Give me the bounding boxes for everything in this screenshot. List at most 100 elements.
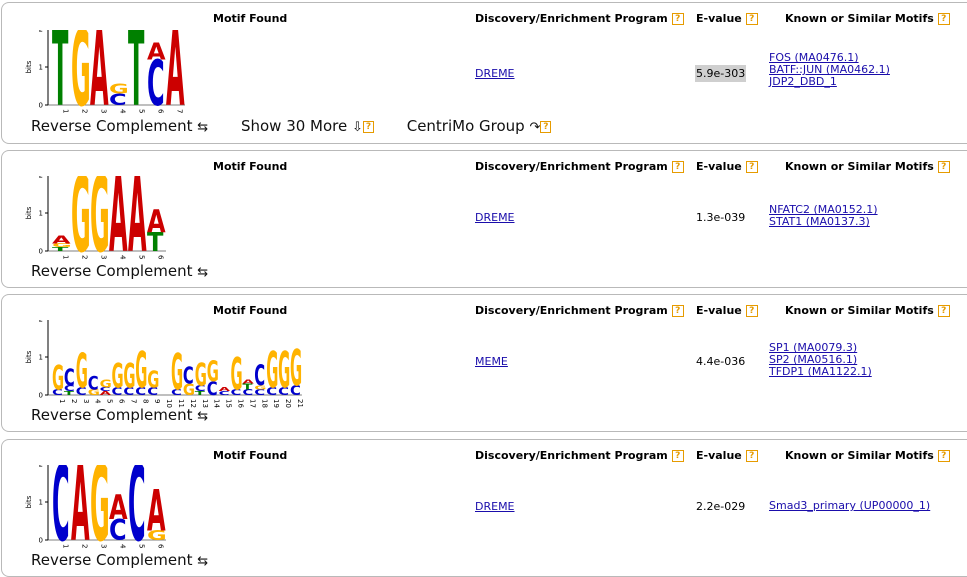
logo-letter-a: A xyxy=(147,38,166,66)
show-more-button[interactable]: Show 30 More ⇩? xyxy=(241,117,374,135)
known-motif-link[interactable]: JDP2_DBD_1 xyxy=(769,76,890,88)
help-icon[interactable]: ? xyxy=(937,13,950,25)
swap-icon: ⇆ xyxy=(197,265,209,280)
logo-letter-g: G xyxy=(135,341,147,399)
sequence-logo: bits210T1G2A3CG4T5CA6A7 xyxy=(25,30,185,124)
program-link[interactable]: DREME xyxy=(475,67,515,80)
motif-card: Motif Found Discovery/Enrichment Program… xyxy=(1,294,967,432)
logo-letter-g: G xyxy=(100,378,112,390)
logo-ylabel: bits xyxy=(25,495,33,508)
logo-ylabel: bits xyxy=(25,206,33,219)
reverse-complement-button[interactable]: Reverse Complement ⇆ xyxy=(31,406,208,424)
evalue-header: E-value? xyxy=(696,449,758,462)
logo-letter-c: C xyxy=(64,364,75,391)
logo-y-tick-label: 2 xyxy=(39,465,43,469)
logo-position-label: 21 xyxy=(296,399,304,408)
help-icon[interactable]: ? xyxy=(671,13,684,25)
help-icon[interactable]: ? xyxy=(937,450,950,462)
program-header: Discovery/Enrichment Program? xyxy=(475,160,684,173)
logo-y-tick-label: 2 xyxy=(39,176,43,180)
logo-letter-g: G xyxy=(278,341,290,399)
logo-letter-c: C xyxy=(254,360,265,393)
help-icon[interactable]: ? xyxy=(937,305,950,317)
redo-arrow-icon: ↷ xyxy=(529,120,541,135)
logo-letter-g: G xyxy=(195,356,207,393)
centrimo-group-button[interactable]: CentriMo Group ↷? xyxy=(407,117,552,135)
known-motif-link[interactable]: STAT1 (MA0137.3) xyxy=(769,216,878,228)
known-motifs-list: Smad3_primary (UP00000_1) xyxy=(769,500,930,512)
logo-letter-a: A xyxy=(52,234,71,246)
logo-letter-g: G xyxy=(290,339,302,397)
help-icon[interactable]: ? xyxy=(745,13,758,25)
reverse-complement-button[interactable]: Reverse Complement ⇆ xyxy=(31,551,208,569)
program-link[interactable]: MEME xyxy=(475,355,508,368)
program-link[interactable]: DREME xyxy=(475,500,515,513)
logo-y-tick-label: 1 xyxy=(39,354,43,362)
help-icon[interactable]: ? xyxy=(540,120,552,133)
logo-position-label: 1 xyxy=(62,255,70,259)
evalue-value: 5.9e-303 xyxy=(695,65,747,82)
help-icon[interactable]: ? xyxy=(745,161,758,173)
logo-position-label: 3 xyxy=(100,109,108,113)
known-motifs-list: NFATC2 (MA0152.1) STAT1 (MA0137.3) xyxy=(769,204,878,228)
swap-icon: ⇆ xyxy=(197,409,209,424)
logo-y-tick-label: 2 xyxy=(39,30,43,34)
logo-letter-g: G xyxy=(231,348,243,400)
logo-y-tick-label: 0 xyxy=(39,102,43,110)
logo-position-label: 2 xyxy=(81,544,89,548)
swap-icon: ⇆ xyxy=(197,554,209,569)
logo-position-label: 20 xyxy=(284,399,292,408)
motif-actions: Reverse Complement ⇆ xyxy=(31,551,236,569)
logo-position-label: 4 xyxy=(119,544,127,549)
sequence-logo: bits210TGA1G2G3A4A5TA6 xyxy=(25,176,166,270)
logo-letter-a: A xyxy=(147,203,166,240)
logo-position-label: 3 xyxy=(100,544,108,548)
logo-position-label: 6 xyxy=(157,544,165,549)
evalue-value: 4.4e-036 xyxy=(696,355,746,368)
program-link[interactable]: DREME xyxy=(475,211,515,224)
logo-letter-c: C xyxy=(183,362,194,389)
help-icon[interactable]: ? xyxy=(362,120,374,133)
logo-letter-g: G xyxy=(109,81,129,96)
motif-card: Motif Found Discovery/Enrichment Program… xyxy=(1,150,967,288)
logo-position-label: 4 xyxy=(119,109,127,114)
logo-letter-a: A xyxy=(109,488,128,527)
logo-letter-g: G xyxy=(123,358,135,397)
evalue-header: E-value? xyxy=(696,12,758,25)
logo-position-label: 6 xyxy=(117,399,125,404)
logo-position-label: 2 xyxy=(81,255,89,259)
motif-found-header: Motif Found xyxy=(213,304,288,317)
logo-letter-g: G xyxy=(266,341,278,399)
program-header: Discovery/Enrichment Program? xyxy=(475,304,684,317)
logo-position-label: 2 xyxy=(70,399,78,403)
logo-y-tick-label: 1 xyxy=(39,64,43,72)
logo-position-label: 3 xyxy=(82,399,90,403)
logo-y-tick-label: 1 xyxy=(39,210,43,218)
logo-letter-a: A xyxy=(147,478,166,545)
motif-found-header: Motif Found xyxy=(213,160,288,173)
logo-position-label: 18 xyxy=(260,399,268,408)
known-motif-link[interactable]: TFDP1 (MA1122.1) xyxy=(769,366,872,378)
evalue-value: 1.3e-039 xyxy=(696,211,746,224)
sequence-logo: bits210C1A2G3CA4C5GA6 xyxy=(25,465,167,559)
logo-letter-g: G xyxy=(171,343,183,401)
logo-letter-g: G xyxy=(76,346,88,400)
motif-actions: Reverse Complement ⇆ Show 30 More ⇩? Cen… xyxy=(31,117,579,135)
logo-letter-c: C xyxy=(88,373,99,394)
motif-found-header: Motif Found xyxy=(213,449,288,462)
logo-position-label: 1 xyxy=(62,544,70,548)
known-motif-link[interactable]: Smad3_primary (UP00000_1) xyxy=(769,500,930,512)
logo-letter-g: G xyxy=(147,366,159,393)
logo-letter-g: G xyxy=(112,358,124,397)
reverse-complement-button[interactable]: Reverse Complement ⇆ xyxy=(31,262,208,280)
logo-y-tick-label: 0 xyxy=(39,248,43,256)
help-icon[interactable]: ? xyxy=(745,450,758,462)
help-icon[interactable]: ? xyxy=(671,305,684,317)
help-icon[interactable]: ? xyxy=(671,450,684,462)
help-icon[interactable]: ? xyxy=(745,305,758,317)
help-icon[interactable]: ? xyxy=(937,161,950,173)
swap-icon: ⇆ xyxy=(197,120,209,135)
logo-letter-a: A xyxy=(242,379,254,385)
help-icon[interactable]: ? xyxy=(671,161,684,173)
reverse-complement-button[interactable]: Reverse Complement ⇆ xyxy=(31,117,208,135)
